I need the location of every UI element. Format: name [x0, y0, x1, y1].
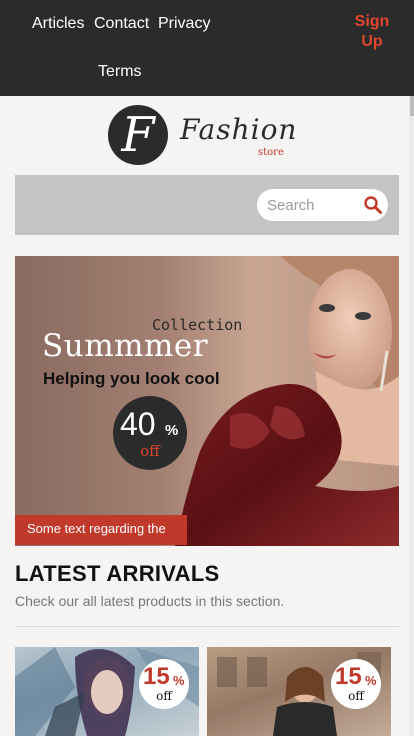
sign-up-link[interactable]: Sign Up: [348, 12, 396, 52]
nav-link-contact[interactable]: Contact: [94, 15, 149, 33]
product-discount-badge-1: 15 % off: [139, 659, 189, 709]
latest-arrivals-subtitle: Check our all latest products in this se…: [15, 593, 285, 609]
search-input[interactable]: [267, 195, 357, 215]
logo-subtitle: store: [258, 147, 284, 158]
hero-banner[interactable]: Collection Summmer Helping you look cool…: [15, 256, 399, 546]
search-bar-section: [15, 175, 399, 235]
hero-discount-badge: 40 % off: [113, 396, 187, 470]
site-logo[interactable]: F Fashion store: [108, 105, 318, 167]
hero-tagline: Helping you look cool: [43, 369, 220, 388]
nav-link-terms[interactable]: Terms: [98, 63, 142, 81]
search-icon[interactable]: [363, 195, 383, 215]
product-card-1[interactable]: 15 % off: [15, 647, 199, 736]
sign-up-label-line2: Up: [361, 33, 383, 50]
hero-title: Summmer: [42, 328, 209, 364]
product-card-2[interactable]: 15 % off: [207, 647, 391, 736]
discount-off-label: off: [140, 442, 160, 460]
top-navigation: Articles Contact Privacy Terms Sign Up: [0, 0, 414, 96]
vertical-scrollbar[interactable]: [409, 96, 414, 736]
search-box: [257, 189, 388, 221]
logo-wordmark: Fashion: [180, 113, 298, 146]
hero-caption-text: Some text regarding the: [27, 521, 166, 536]
section-divider: [15, 626, 399, 627]
product-discount-value-2: 15: [335, 663, 362, 690]
latest-arrivals-heading: LATEST ARRIVALS: [15, 561, 220, 586]
logo-emblem: F: [108, 105, 168, 165]
sign-up-label-line1: Sign: [354, 13, 390, 30]
nav-link-privacy[interactable]: Privacy: [158, 15, 210, 33]
product-discount-percent-2: %: [365, 673, 377, 688]
product-discount-percent-1: %: [173, 673, 185, 688]
scrollbar-thumb[interactable]: [410, 96, 414, 116]
nav-link-articles[interactable]: Articles: [32, 15, 84, 33]
discount-percent-sign: %: [165, 422, 179, 439]
discount-value: 40: [120, 406, 156, 442]
product-discount-off-1: off: [156, 689, 172, 703]
hero-caption-strip: Some text regarding the: [15, 515, 187, 545]
logo-letter: F: [121, 107, 155, 163]
product-discount-value-1: 15: [143, 663, 170, 690]
product-discount-badge-2: 15 % off: [331, 659, 381, 709]
product-discount-off-2: off: [348, 689, 364, 703]
hero-model-image: [175, 256, 399, 546]
